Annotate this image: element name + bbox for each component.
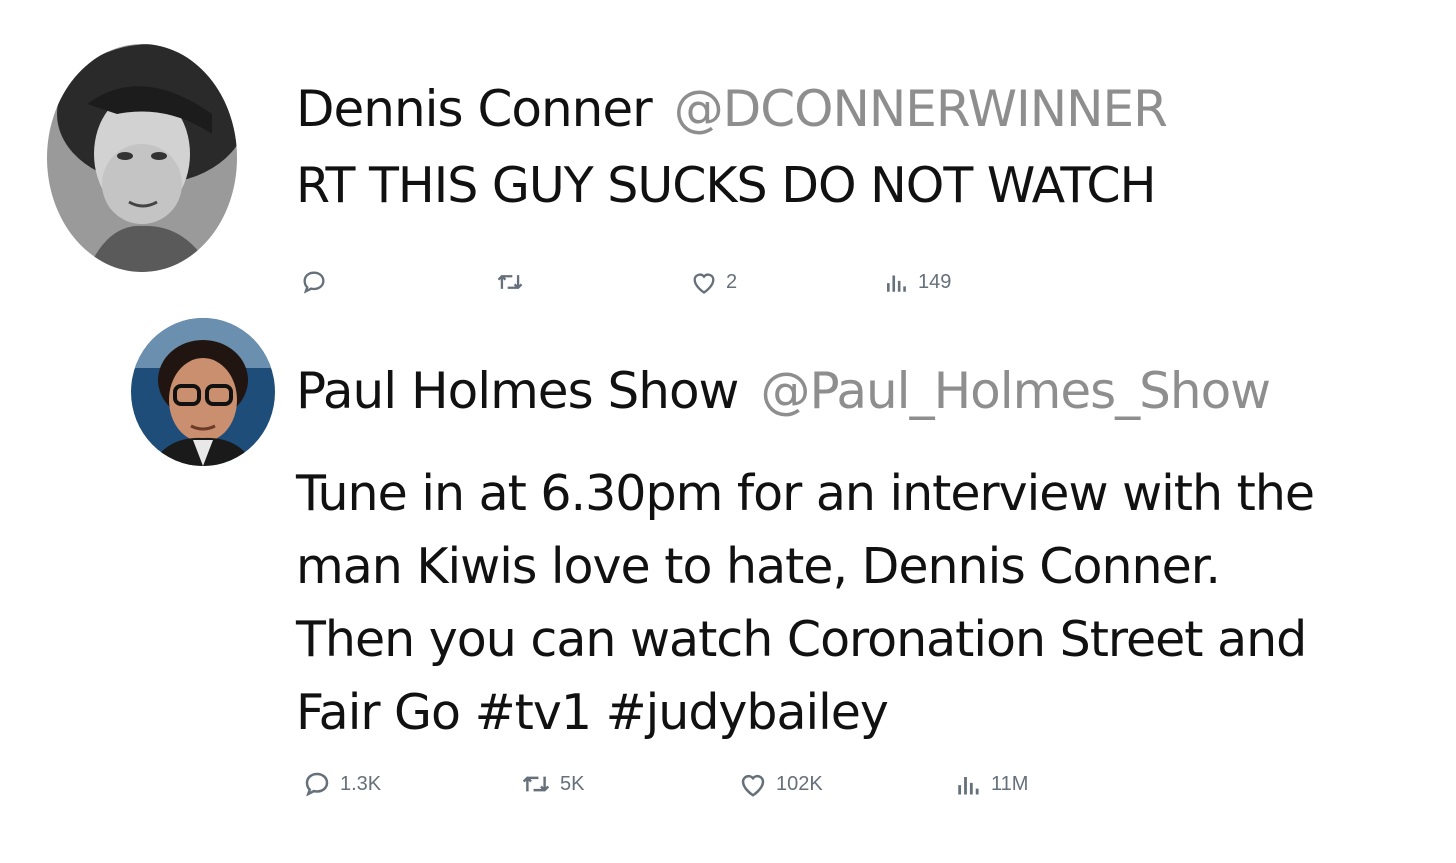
tweet-text: Tune in at 6.30pm for an interview with … bbox=[296, 457, 1426, 749]
reply-icon bbox=[302, 769, 332, 799]
heart-icon bbox=[738, 770, 768, 798]
reply-count: 1.3K bbox=[340, 772, 382, 795]
tweet-text-line: Tune in at 6.30pm for an interview with … bbox=[296, 465, 1315, 522]
like-button[interactable]: 102K bbox=[738, 766, 823, 802]
display-name[interactable]: Paul Holmes Show bbox=[296, 362, 739, 420]
tweet-text-line: Fair Go #tv1 #judybailey bbox=[296, 684, 889, 741]
avatar[interactable] bbox=[131, 318, 275, 466]
tweet-actions: 1.3K 5K 102K 11M bbox=[0, 766, 1456, 802]
reply-button[interactable]: 1.3K bbox=[302, 766, 381, 802]
user-handle[interactable]: @Paul_Holmes_Show bbox=[760, 362, 1271, 420]
retweet-count: 5K bbox=[560, 772, 585, 795]
retweet-icon bbox=[520, 769, 552, 799]
tweet-header: Paul Holmes Show @Paul_Holmes_Show bbox=[296, 362, 1271, 420]
tweet-paul-holmes-show: Paul Holmes Show @Paul_Holmes_Show Tune i… bbox=[0, 0, 1456, 863]
like-count: 102K bbox=[776, 772, 823, 795]
views-icon bbox=[955, 770, 983, 798]
views-count: 11M bbox=[991, 772, 1029, 795]
tweet-text-line: man Kiwis love to hate, Dennis Conner. bbox=[296, 538, 1221, 595]
views-button[interactable]: 11M bbox=[955, 766, 1028, 802]
tweet-text-line: Then you can watch Coronation Street and bbox=[296, 611, 1307, 668]
retweet-button[interactable]: 5K bbox=[520, 766, 584, 802]
